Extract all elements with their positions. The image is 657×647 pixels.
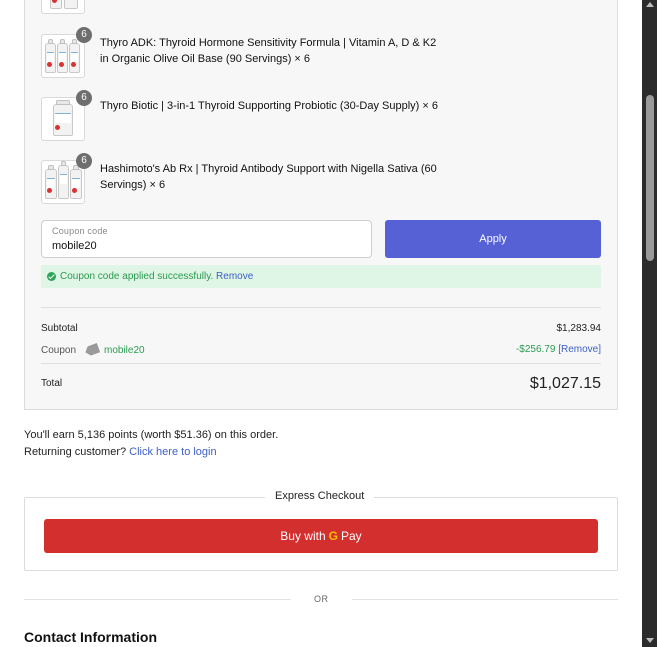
login-link[interactable]: Click here to login <box>129 446 216 458</box>
apply-coupon-button[interactable]: Apply <box>385 220 601 258</box>
divider <box>41 363 601 364</box>
quantity-badge: 6 <box>76 153 92 169</box>
quantity-badge: 6 <box>76 90 92 106</box>
divider <box>41 307 601 308</box>
points-message: You'll earn 5,136 points (worth $51.36) … <box>24 429 279 441</box>
total-label: Total <box>41 378 63 389</box>
gpay-brand-text: Pay <box>341 529 362 543</box>
coupon-field-label: Coupon code <box>52 226 108 236</box>
product-name: Thyro Biotic | 3-in-1 Thyroid Supporting… <box>100 100 439 112</box>
returning-customer: Returning customer? Click here to login <box>24 446 217 458</box>
coupon-field[interactable]: Coupon code <box>41 220 372 258</box>
subtotal-value: $1,283.94 <box>556 323 602 334</box>
subtotal-label: Subtotal <box>41 323 78 334</box>
check-circle-icon <box>47 272 56 281</box>
google-pay-button[interactable]: Buy with G Pay <box>44 519 598 553</box>
scrollbar-thumb[interactable] <box>646 95 654 261</box>
discount-amount: -$256.79 [Remove] <box>516 344 601 355</box>
product-thumbnail: 6 <box>41 27 92 78</box>
returning-customer-text: Returning customer? <box>24 446 127 458</box>
coupon-input[interactable] <box>52 240 352 252</box>
coupon-label: Coupon <box>41 345 77 356</box>
product-thumbnail-partial <box>41 0 85 14</box>
remove-coupon-link[interactable]: Remove <box>216 271 253 282</box>
divider <box>352 599 618 600</box>
product-thumbnail: 6 <box>41 90 92 141</box>
divider <box>24 599 291 600</box>
product-thumbnail: 6 <box>41 153 92 204</box>
discount-value: -$256.79 <box>515 344 556 355</box>
product-name: Hashimoto's Ab Rx | Thyroid Antibody Sup… <box>100 163 437 191</box>
express-checkout-title: Express Checkout <box>265 490 375 502</box>
total-value: $1,027.15 <box>529 375 601 392</box>
or-divider-text: OR <box>314 594 329 604</box>
contact-information-heading: Contact Information <box>24 629 157 645</box>
scroll-up-arrow-icon[interactable] <box>646 2 654 7</box>
remove-discount-link[interactable]: [Remove] <box>558 344 601 355</box>
product-name: Thyro ADK: Thyroid Hormone Sensitivity F… <box>100 37 437 65</box>
gpay-button-label: Buy with <box>280 529 326 543</box>
applied-coupon-code: mobile20 <box>104 345 145 356</box>
coupon-success-message: Coupon code applied successfully. Remove <box>41 265 601 288</box>
google-g-icon: G <box>328 529 338 543</box>
coupon-success-text: Coupon code applied successfully. <box>60 271 214 282</box>
quantity-badge: 6 <box>76 27 92 43</box>
scroll-down-arrow-icon[interactable] <box>646 638 654 643</box>
